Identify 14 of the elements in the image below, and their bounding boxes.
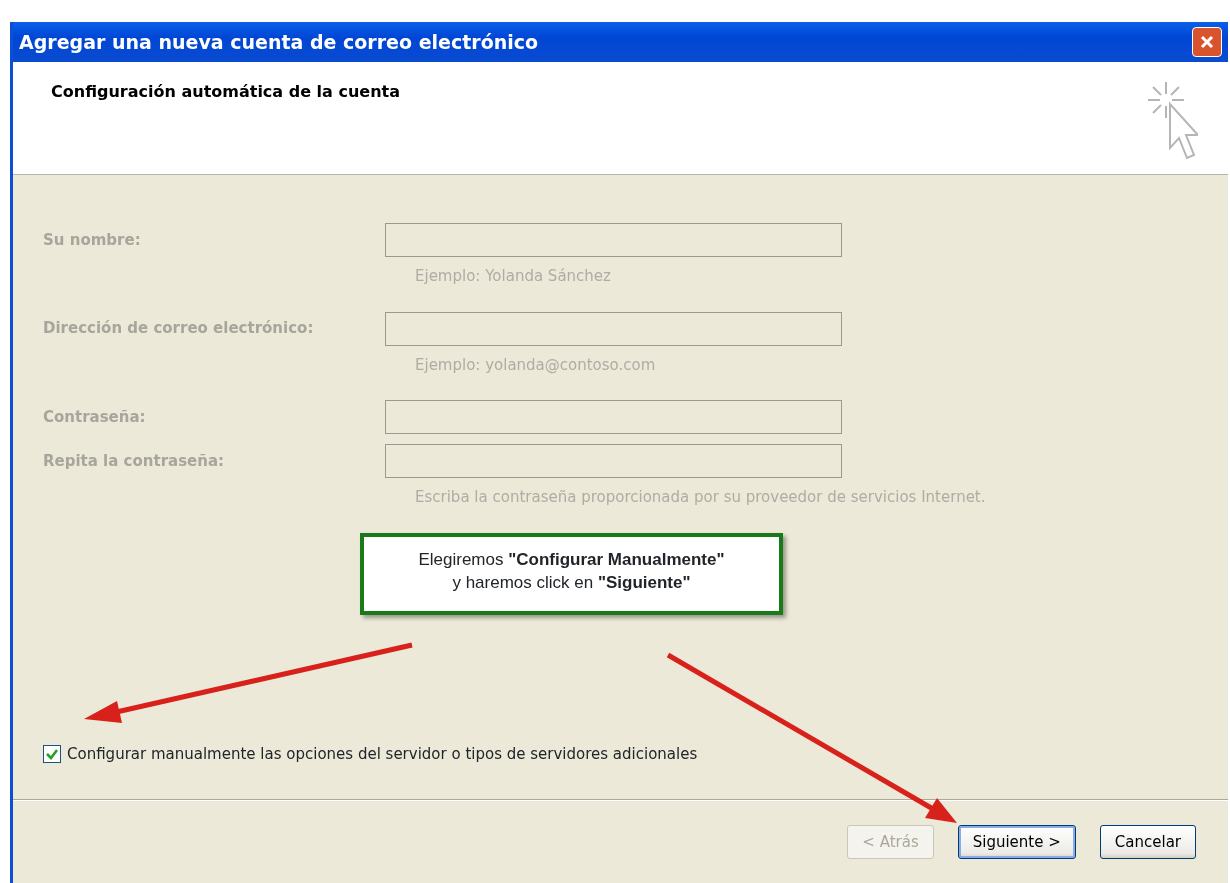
hint-text: Ejemplo: yolanda@contoso.com xyxy=(415,354,657,376)
field-label: Dirección de correo electrónico: xyxy=(43,318,315,340)
dialog-button[interactable]: Siguiente > xyxy=(957,825,1076,859)
callout-text: Elegiremos "Configurar Manualmente" xyxy=(417,548,726,571)
header-title: Configuración automática de la cuenta xyxy=(51,81,400,103)
field-label: Repita la contraseña: xyxy=(43,450,226,472)
checkbox-label: Configurar manualmente las opciones del servidor o tipos de servidores adicionales xyxy=(67,743,698,765)
hint-text: Ejemplo: Yolanda Sánchez xyxy=(415,266,612,287)
hint-text: Escriba la contraseña proporcionada por su proveedor de servicios Internet. xyxy=(415,487,987,508)
callout-text: y haremos click en "Siguiente" xyxy=(451,571,692,594)
dialog-button[interactable]: Cancelar xyxy=(1099,825,1196,859)
window-title: Agregar una nueva cuenta de correo electrónico xyxy=(19,29,539,55)
field-label: Su nombre: xyxy=(43,229,142,251)
field-label: Contraseña: xyxy=(43,406,147,428)
